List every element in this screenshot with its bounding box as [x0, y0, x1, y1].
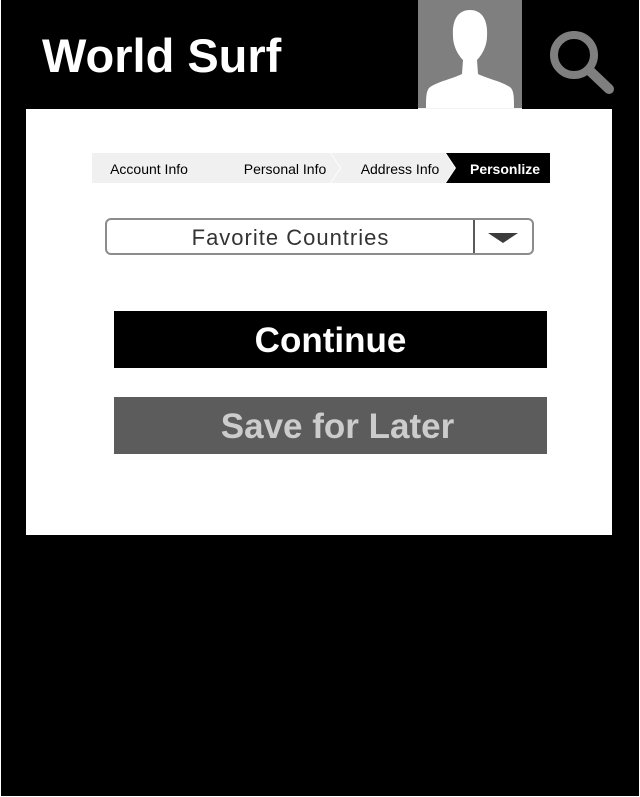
app-title: World Surf — [42, 29, 282, 82]
search-icon — [550, 31, 614, 94]
breadcrumb-step-personal-info[interactable]: Personal Info — [216, 153, 340, 183]
breadcrumb: Account Info Personal Info Address Info … — [92, 153, 550, 183]
breadcrumb-step-address-info[interactable]: Address Info — [331, 153, 455, 183]
breadcrumb-step-account-info[interactable]: Account Info — [92, 153, 226, 183]
user-silhouette-icon — [426, 10, 514, 108]
breadcrumb-step-personalize[interactable]: Personlize — [446, 153, 550, 183]
dropdown-selected-value: Favorite Countries — [191, 225, 390, 250]
save-for-later-button[interactable]: Save for Later — [114, 397, 547, 454]
dropdown-toggle-button[interactable] — [475, 220, 532, 253]
search-button[interactable] — [545, 26, 619, 98]
chevron-down-icon — [488, 233, 518, 243]
favorite-countries-dropdown[interactable]: Favorite Countries — [105, 218, 534, 255]
screen: World Surf Account Info Personal Info Ad… — [0, 0, 640, 797]
continue-button[interactable]: Continue — [114, 311, 547, 368]
avatar[interactable] — [418, 0, 522, 114]
